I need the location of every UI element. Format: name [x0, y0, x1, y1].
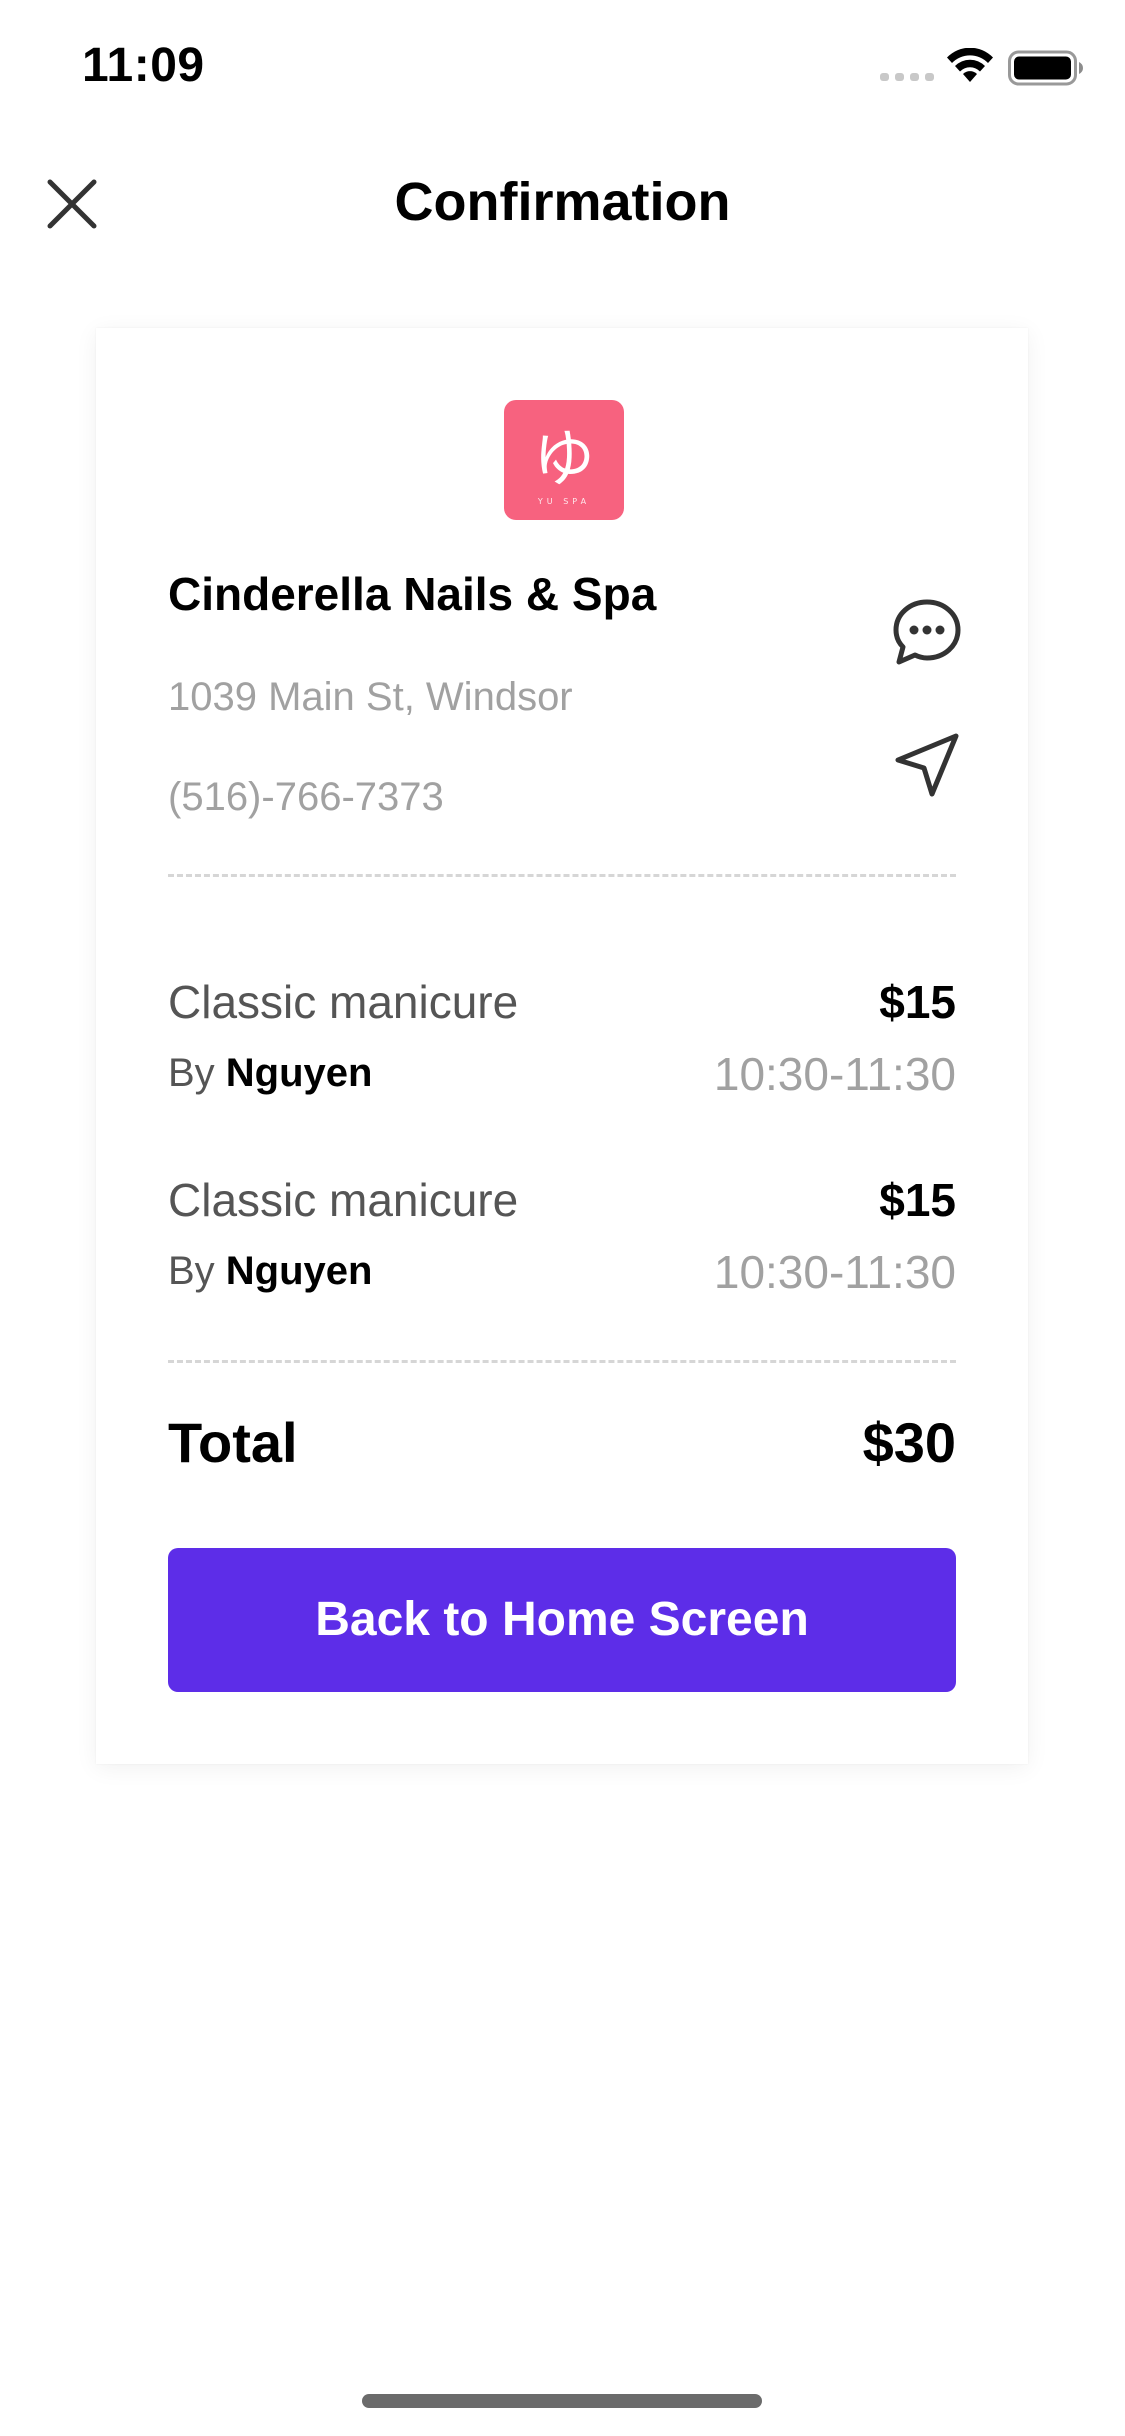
divider: [168, 1360, 956, 1363]
service-by-prefix: By: [168, 1249, 226, 1293]
yu-spa-logo-icon: ゆ YU SPA: [533, 422, 595, 506]
svg-text:ゆ: ゆ: [533, 422, 595, 495]
status-time: 11:09: [82, 39, 205, 92]
divider: [168, 874, 956, 877]
service-item: Classic manicure By Nguyen $15 10:30-11:…: [168, 1172, 956, 1312]
service-staff-line: By Nguyen: [168, 1246, 372, 1296]
battery-icon: [1008, 50, 1083, 86]
service-price: $15: [879, 976, 956, 1028]
status-bar: 11:09: [0, 0, 1125, 140]
page-title: Confirmation: [394, 172, 731, 232]
svg-text:YU SPA: YU SPA: [537, 497, 590, 506]
service-by-prefix: By: [168, 1051, 226, 1095]
service-name: Classic manicure: [168, 1174, 519, 1226]
service-time: 10:30-11:30: [713, 1048, 956, 1100]
total-label: Total: [168, 1411, 298, 1474]
cellular-signal-icon: [880, 73, 934, 81]
home-indicator[interactable]: [362, 2394, 762, 2408]
salon-name: Cinderella Nails & Spa: [168, 568, 657, 620]
service-staff-line: By Nguyen: [168, 1048, 372, 1098]
service-name: Classic manicure: [168, 976, 519, 1028]
chat-button[interactable]: [890, 596, 964, 670]
service-item: Classic manicure By Nguyen $15 10:30-11:…: [168, 974, 956, 1114]
salon-logo: ゆ YU SPA: [504, 400, 624, 520]
salon-phone[interactable]: (516)-766-7373: [168, 773, 444, 821]
salon-address: 1039 Main St, Windsor: [168, 675, 573, 719]
directions-button[interactable]: [892, 730, 962, 800]
chat-bubble-icon: [893, 599, 961, 665]
total-value: $30: [862, 1411, 956, 1474]
service-staff: Nguyen: [225, 1249, 373, 1293]
back-to-home-button[interactable]: Back to Home Screen: [168, 1548, 956, 1692]
confirmation-card: ゆ YU SPA Cinderella Nails & Spa 1039 Mai…: [96, 328, 1028, 1764]
service-price: $15: [879, 1174, 956, 1226]
wifi-icon: [947, 48, 993, 82]
service-time: 10:30-11:30: [713, 1246, 956, 1298]
navigation-arrow-icon: [895, 733, 959, 797]
service-staff: Nguyen: [225, 1051, 373, 1095]
nav-header: Confirmation: [0, 140, 1125, 260]
